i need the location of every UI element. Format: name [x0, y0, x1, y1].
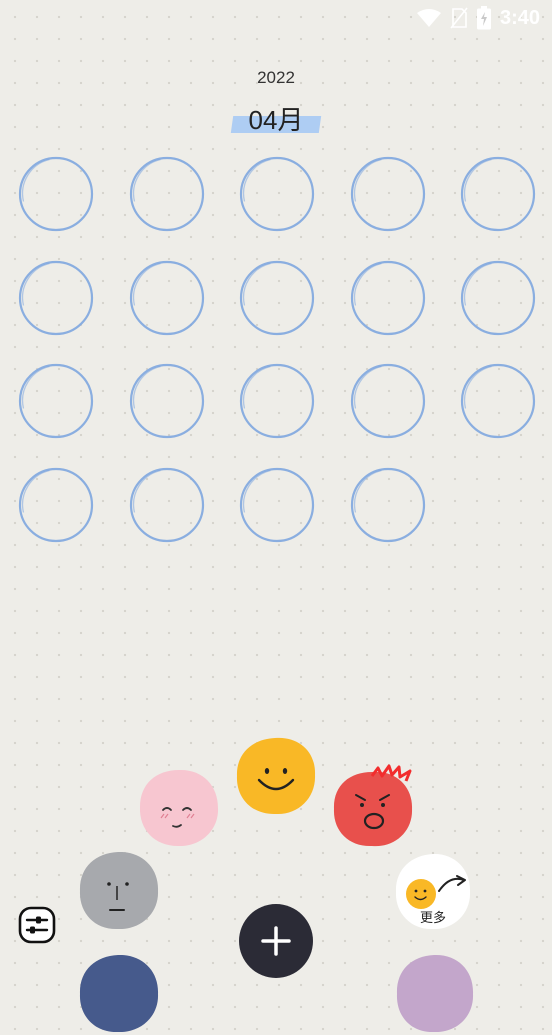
month-header[interactable]: 04月	[226, 100, 326, 138]
calendar-day-circle[interactable]	[238, 155, 316, 233]
calendar-day-circle[interactable]	[349, 155, 427, 233]
mini-happy-face-icon	[406, 879, 436, 909]
calendar-day-circle[interactable]	[349, 259, 427, 337]
calendar-day-circle[interactable]	[128, 155, 206, 233]
sliders-icon	[18, 906, 56, 944]
calendar-day-circle[interactable]	[17, 259, 95, 337]
calendar-day-circle[interactable]	[17, 466, 95, 544]
more-moods-button[interactable]: 更多	[394, 853, 472, 931]
mood-happy-yellow[interactable]	[235, 736, 317, 816]
add-entry-button[interactable]	[239, 904, 313, 978]
calendar-day-circle[interactable]	[459, 155, 537, 233]
calendar-day-circle[interactable]	[17, 362, 95, 440]
mood-purple[interactable]	[395, 953, 475, 1035]
mood-angry-red[interactable]	[332, 764, 416, 848]
mood-neutral-gray[interactable]	[78, 850, 160, 932]
calendar-day-circle[interactable]	[349, 466, 427, 544]
plus-icon	[261, 926, 291, 956]
status-icons: 3:40	[416, 6, 540, 30]
calendar-day-circle[interactable]	[459, 259, 537, 337]
calendar-day-circle[interactable]	[459, 362, 537, 440]
mood-shy-pink[interactable]	[138, 768, 220, 848]
calendar-day-circle[interactable]	[349, 362, 427, 440]
settings-button[interactable]	[18, 906, 56, 944]
calendar-day-circle[interactable]	[128, 362, 206, 440]
status-bar: 3:40	[0, 0, 552, 40]
calendar-day-circle[interactable]	[128, 466, 206, 544]
calendar-day-circle[interactable]	[17, 155, 95, 233]
status-time: 3:40	[499, 6, 540, 29]
year-label: 2022	[257, 68, 295, 87]
no-sim-icon	[450, 7, 468, 29]
calendar-day-circle[interactable]	[238, 466, 316, 544]
battery-charging-icon	[476, 6, 491, 30]
mood-sad-blue[interactable]	[78, 953, 160, 1035]
wifi-icon	[416, 9, 441, 27]
more-moods-label: 更多	[420, 910, 446, 926]
calendar-day-circle[interactable]	[128, 259, 206, 337]
month-label: 04月	[248, 105, 304, 135]
calendar-day-circle[interactable]	[238, 259, 316, 337]
calendar-day-circle[interactable]	[238, 362, 316, 440]
